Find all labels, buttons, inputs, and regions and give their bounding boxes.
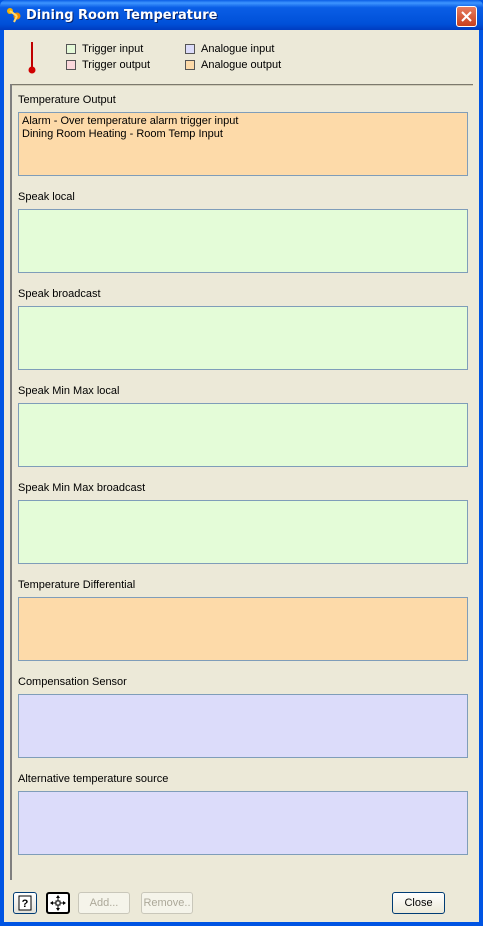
drop-box-temperature-output[interactable]: Alarm - Over temperature alarm trigger i… [18,112,468,176]
drop-box-speak-min-max-local[interactable] [18,403,468,467]
drop-box-alternative-temperature-source[interactable] [18,791,468,855]
remove-button[interactable]: Remove.. [141,892,193,914]
close-icon [461,11,472,22]
add-button[interactable]: Add... [78,892,130,914]
dialog-window: Dining Room Temperature Trigger input Tr… [0,0,483,926]
drop-box-speak-local[interactable] [18,209,468,273]
close-button[interactable]: Close [392,892,445,914]
help-icon: ? [18,895,32,911]
section-label-speak-local: Speak local [18,191,75,203]
drop-box-speak-broadcast[interactable] [18,306,468,370]
legend-label: Analogue input [201,43,275,55]
legend: Trigger input Trigger output Analogue in… [10,34,473,86]
legend-swatch [185,44,195,54]
move-button[interactable] [46,892,70,914]
section-label-speak-broadcast: Speak broadcast [18,288,101,300]
window-close-button[interactable] [456,6,477,27]
section-label-temperature-output: Temperature Output [18,94,116,106]
button-bar: ? Add... Remove.. Close [4,882,479,922]
dialog-body: Trigger input Trigger output Analogue in… [4,30,479,922]
legend-label: Trigger output [82,59,151,71]
list-item[interactable]: Alarm - Over temperature alarm trigger i… [22,115,464,128]
legend-label: Analogue output [201,59,282,71]
help-button[interactable]: ? [13,892,37,914]
list-item[interactable]: Dining Room Heating - Room Temp Input [22,128,464,141]
move-icon [50,895,66,911]
thermometer-icon [28,42,36,77]
window-title: Dining Room Temperature [26,8,218,23]
drop-box-compensation-sensor[interactable] [18,694,468,758]
drop-box-temperature-differential[interactable] [18,597,468,661]
app-icon [6,7,22,23]
section-label-compensation-sensor: Compensation Sensor [18,676,127,688]
title-bar[interactable]: Dining Room Temperature [0,0,483,30]
legend-swatch [66,60,76,70]
section-label-speak-min-max-local: Speak Min Max local [18,385,120,397]
section-label-temperature-differential: Temperature Differential [18,579,136,591]
legend-swatch [185,60,195,70]
drop-box-speak-min-max-broadcast[interactable] [18,500,468,564]
svg-text:?: ? [22,898,29,910]
section-label-speak-min-max-broadcast: Speak Min Max broadcast [18,482,146,494]
legend-label: Trigger input [82,43,144,55]
section-label-alternative-temperature-source: Alternative temperature source [18,773,169,785]
legend-swatch [66,44,76,54]
connections-panel: Temperature Output Alarm - Over temperat… [10,84,473,880]
